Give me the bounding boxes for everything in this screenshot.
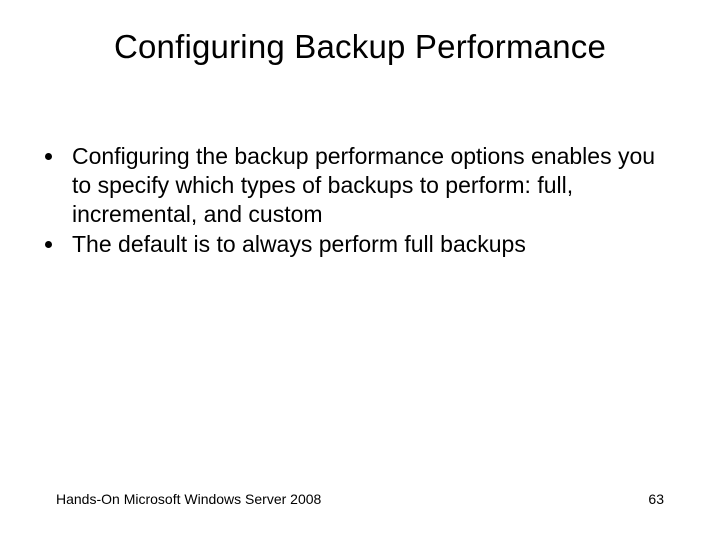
slide: Configuring Backup Performance Configuri…: [0, 0, 720, 540]
list-item: The default is to always perform full ba…: [66, 230, 680, 259]
bullet-list: Configuring the backup performance optio…: [40, 142, 680, 259]
footer-source: Hands-On Microsoft Windows Server 2008: [56, 491, 321, 507]
slide-title: Configuring Backup Performance: [0, 28, 720, 66]
list-item: Configuring the backup performance optio…: [66, 142, 680, 228]
slide-body: Configuring the backup performance optio…: [40, 142, 680, 261]
page-number: 63: [648, 491, 664, 507]
